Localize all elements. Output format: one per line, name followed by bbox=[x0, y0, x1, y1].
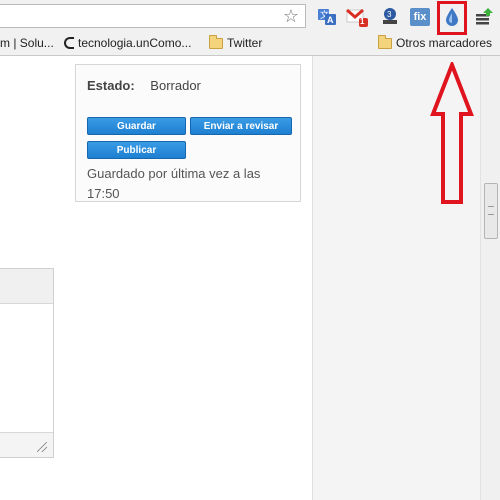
menu-icon[interactable] bbox=[473, 6, 495, 28]
editor-statusbar bbox=[0, 432, 53, 457]
editor-toolbar bbox=[0, 269, 53, 304]
svg-text:A: A bbox=[327, 15, 334, 25]
save-button[interactable]: Guardar bbox=[87, 117, 186, 135]
bookmark-folder-twitter[interactable]: Twitter bbox=[209, 34, 263, 50]
bookmark-star-icon[interactable]: ☆ bbox=[283, 6, 299, 26]
highlight-box bbox=[437, 1, 467, 35]
text-editor[interactable] bbox=[0, 268, 54, 458]
unComo-icon bbox=[64, 37, 74, 49]
bookmark-item[interactable]: tecnologia.unComo... bbox=[64, 36, 191, 50]
bookmarks-bar: m | Solu... tecnologia.unComo... Twitter… bbox=[0, 33, 500, 56]
bookmark-label: Twitter bbox=[227, 36, 263, 50]
publish-button[interactable]: Publicar bbox=[87, 141, 186, 159]
bookmark-item[interactable]: m | Solu... bbox=[0, 36, 54, 50]
vertical-scrollbar[interactable] bbox=[480, 56, 500, 500]
up-arrow-icon bbox=[430, 62, 474, 204]
bookmark-label: Otros marcadores bbox=[396, 36, 493, 50]
fix-icon-label: fix bbox=[410, 8, 430, 26]
browser-toolbar: ☆ 文 A 1 3 fix bbox=[0, 0, 500, 33]
bookmark-folder-other[interactable]: Otros marcadores bbox=[378, 34, 493, 50]
submit-review-button[interactable]: Enviar a revisar bbox=[190, 117, 292, 135]
bookmark-label: m | Solu... bbox=[0, 36, 54, 50]
tag-icon[interactable]: 3 bbox=[379, 6, 401, 28]
folder-icon bbox=[209, 34, 223, 49]
gmail-icon[interactable]: 1 bbox=[346, 6, 368, 28]
folder-icon bbox=[378, 34, 392, 49]
publish-box: Estado: Borrador Guardar Enviar a revisa… bbox=[75, 64, 301, 202]
scrollbar-thumb[interactable] bbox=[484, 183, 498, 239]
translate-icon[interactable]: 文 A bbox=[316, 6, 338, 28]
status-value: Borrador bbox=[150, 78, 201, 93]
status-label: Estado: bbox=[87, 78, 135, 93]
resize-handle-icon[interactable] bbox=[37, 442, 47, 452]
bookmark-label: tecnologia.unComo... bbox=[78, 36, 192, 50]
last-saved-text: Guardado por última vez a las 17:50 bbox=[87, 166, 261, 201]
gmail-badge: 1 bbox=[360, 17, 365, 26]
status-row: Estado: Borrador bbox=[87, 78, 201, 93]
fix-icon[interactable]: fix bbox=[409, 6, 431, 28]
page-content: Estado: Borrador Guardar Enviar a revisa… bbox=[0, 56, 500, 500]
address-bar[interactable]: ☆ bbox=[0, 4, 306, 28]
svg-text:3: 3 bbox=[387, 10, 392, 19]
